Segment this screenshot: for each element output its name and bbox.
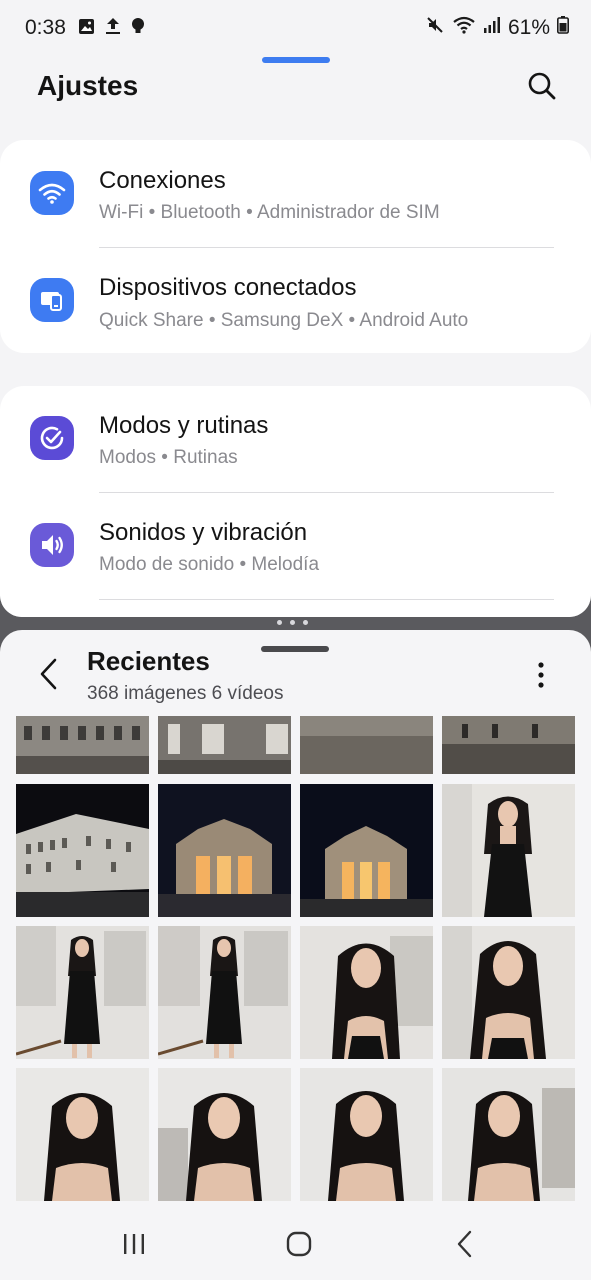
settings-item-dispositivos-conectados[interactable]: Dispositivos conectados Quick Share • Sa… <box>0 248 591 355</box>
speaker-icon <box>30 523 74 567</box>
settings-window: 0:38 61% Ajustes Conexiones Wi-Fi • Blue… <box>0 0 591 617</box>
devices-icon <box>30 278 74 322</box>
mute-icon <box>425 15 445 40</box>
photo-thumbnail[interactable] <box>442 716 575 774</box>
divider <box>99 599 554 600</box>
window-drag-handle[interactable] <box>262 57 330 63</box>
page-title: Ajustes <box>37 70 139 101</box>
more-vertical-icon <box>538 662 544 688</box>
upload-icon <box>105 17 121 40</box>
search-icon <box>528 72 556 100</box>
settings-card-connectivity: Conexiones Wi-Fi • Bluetooth • Administr… <box>0 140 591 353</box>
signal-icon <box>483 16 501 39</box>
wifi-icon <box>452 15 476 40</box>
settings-item-subtitle: Modos • Rutinas <box>99 447 238 468</box>
photo-thumbnail[interactable] <box>300 784 433 917</box>
back-nav-button[interactable] <box>441 1226 489 1262</box>
settings-item-title: Dispositivos conectados <box>99 274 357 301</box>
check-circle-icon <box>30 416 74 460</box>
back-button[interactable] <box>33 656 65 692</box>
navigation-bar <box>0 1208 591 1280</box>
album-count: 368 imágenes 6 vídeos <box>87 683 284 704</box>
wifi-icon <box>30 171 74 215</box>
settings-item-subtitle: Wi-Fi • Bluetooth • Administrador de SIM <box>99 202 440 223</box>
photo-grid <box>0 716 591 1206</box>
settings-item-conexiones[interactable]: Conexiones Wi-Fi • Bluetooth • Administr… <box>0 140 591 247</box>
photo-thumbnail[interactable] <box>442 926 575 1059</box>
chevron-left-icon <box>40 658 57 690</box>
window-drag-handle[interactable] <box>261 646 329 652</box>
home-button[interactable] <box>275 1226 323 1262</box>
home-icon <box>286 1231 312 1257</box>
photo-thumbnail[interactable] <box>442 1068 575 1201</box>
handle-dot <box>303 620 308 625</box>
album-title: Recientes <box>87 646 210 676</box>
status-system-icons: 61% <box>425 15 569 40</box>
settings-item-title: Sonidos y vibración <box>99 519 308 546</box>
settings-item-sonidos-y-vibracion[interactable]: Sonidos y vibración Modo de sonido • Mel… <box>0 493 591 600</box>
photo-thumbnail[interactable] <box>16 716 149 774</box>
handle-dot <box>290 620 295 625</box>
settings-card-modes-sounds: Modos y rutinas Modos • Rutinas Sonidos … <box>0 386 591 617</box>
settings-item-subtitle: Quick Share • Samsung DeX • Android Auto <box>99 310 469 331</box>
search-button[interactable] <box>524 68 560 104</box>
battery-icon <box>557 16 569 39</box>
photo-thumbnail[interactable] <box>16 926 149 1059</box>
status-notification-icons <box>78 17 145 40</box>
photo-thumbnail[interactable] <box>158 784 291 917</box>
gallery-window: Recientes 368 imágenes 6 vídeos <box>0 630 591 1280</box>
photo-thumbnail[interactable] <box>300 1068 433 1201</box>
photo-thumbnail[interactable] <box>158 716 291 774</box>
recent-apps-button[interactable] <box>110 1226 158 1262</box>
photo-thumbnail[interactable] <box>300 926 433 1059</box>
settings-item-modos-y-rutinas[interactable]: Modos y rutinas Modos • Rutinas <box>0 386 591 493</box>
status-time: 0:38 <box>25 16 66 39</box>
photo-thumbnail[interactable] <box>158 1068 291 1201</box>
bulb-icon <box>131 17 145 40</box>
settings-item-title: Modos y rutinas <box>99 412 269 439</box>
photo-thumbnail[interactable] <box>16 1068 149 1201</box>
photo-thumbnail[interactable] <box>16 784 149 917</box>
recent-apps-icon <box>124 1234 144 1254</box>
status-bar: 0:38 61% <box>0 0 591 56</box>
photo-thumbnail[interactable] <box>300 716 433 774</box>
photo-thumbnail[interactable] <box>158 926 291 1059</box>
settings-item-subtitle: Modo de sonido • Melodía <box>99 554 320 575</box>
back-icon <box>457 1230 472 1258</box>
handle-dot <box>277 620 282 625</box>
gallery-icon <box>78 18 95 40</box>
more-options-button[interactable] <box>528 658 554 692</box>
split-screen-handle[interactable] <box>277 620 308 625</box>
photo-thumbnail[interactable] <box>442 784 575 917</box>
settings-item-title: Conexiones <box>99 167 226 194</box>
battery-percentage: 61% <box>507 15 550 39</box>
